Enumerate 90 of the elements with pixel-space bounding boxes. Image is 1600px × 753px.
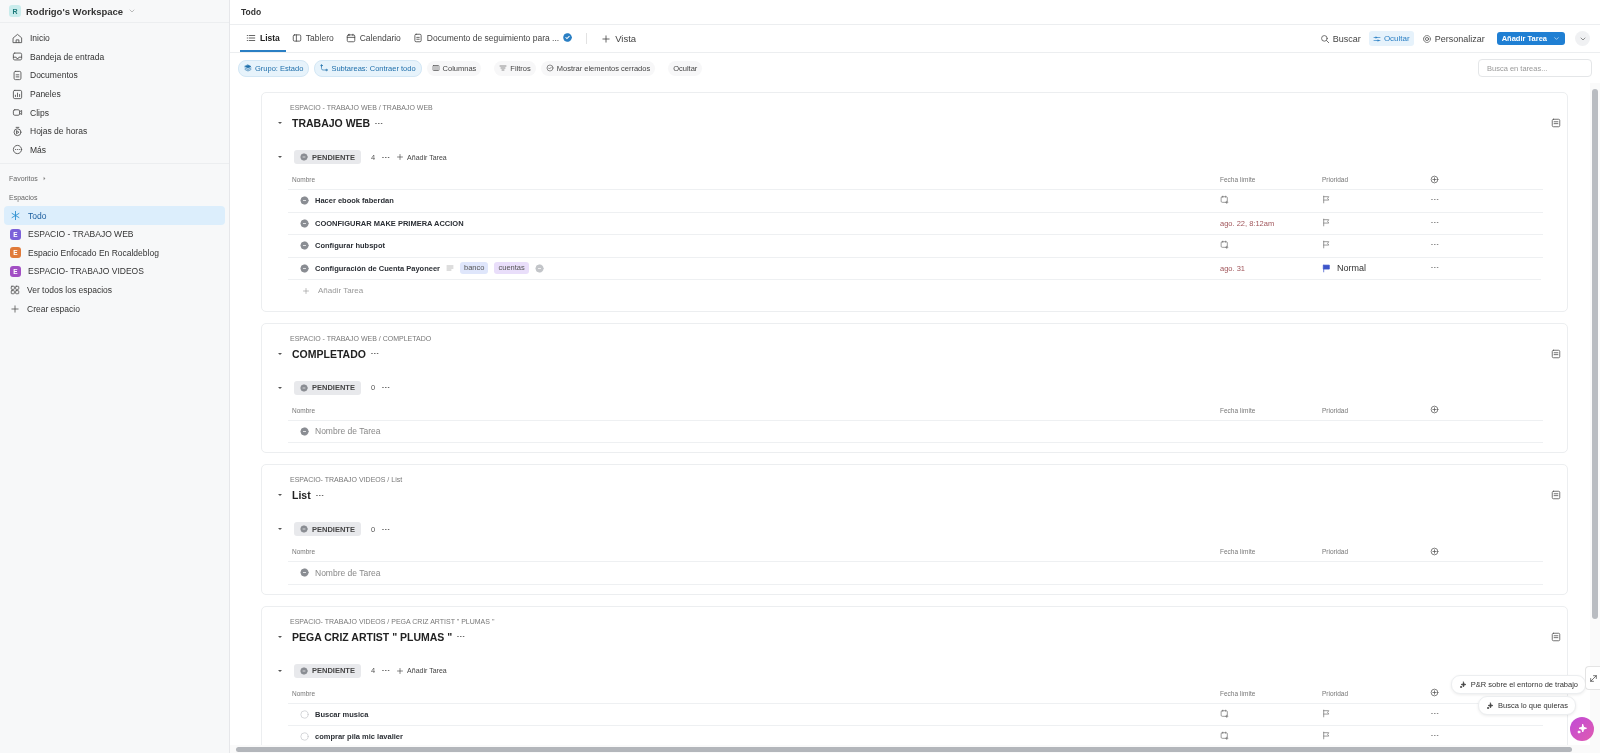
board-icon: [291, 32, 302, 43]
status-circle-icon[interactable]: [300, 218, 309, 228]
list-info-icon[interactable]: [1551, 118, 1561, 128]
flag-icon[interactable]: [1322, 195, 1331, 205]
more-icon: [12, 144, 23, 156]
priority-label[interactable]: Normal: [1337, 263, 1366, 274]
status-circle-icon: [300, 153, 308, 161]
status-circle-icon[interactable]: [300, 263, 309, 273]
verified-badge-icon: [563, 33, 573, 42]
plus-icon: [396, 666, 405, 675]
chart-icon: [12, 88, 23, 100]
document-icon: [412, 32, 423, 43]
search-icon: [1319, 33, 1330, 44]
flag-icon[interactable]: [1322, 708, 1331, 718]
add-column-icon[interactable]: [1430, 174, 1439, 184]
subtask-icon: [320, 64, 329, 72]
view-tab[interactable]: Lista: [240, 25, 286, 52]
status-circle-icon: [300, 426, 309, 436]
grid-icon: [10, 285, 20, 295]
inbox-icon: [12, 51, 23, 63]
add-column-icon[interactable]: [1430, 405, 1439, 414]
status-circle-icon: [300, 568, 309, 578]
caret-down-icon[interactable]: [276, 119, 284, 127]
sidebar-link[interactable]: Crear espacio: [4, 299, 225, 318]
list-info-icon[interactable]: [1551, 631, 1561, 642]
view-tab[interactable]: Calendario: [339, 25, 407, 52]
settings-icon: [1421, 33, 1432, 44]
status-circle-icon: [300, 666, 308, 675]
sparkle-icon: [1576, 723, 1588, 735]
toolbar-action[interactable]: Ocultar: [1368, 31, 1414, 46]
space-item[interactable]: Todo: [4, 206, 225, 225]
scrollbar[interactable]: [1592, 89, 1598, 619]
chevron-down-icon: [1553, 35, 1560, 42]
plus-icon: [396, 153, 405, 161]
caret-down-icon[interactable]: [276, 491, 284, 499]
list-info-icon[interactable]: [1551, 348, 1561, 359]
add-column-icon[interactable]: [1430, 546, 1439, 556]
timer-icon: [12, 125, 23, 137]
list-title[interactable]: PEGA CRIZ ARTIST " PLUMAS ": [292, 630, 453, 643]
add-column-icon[interactable]: [1430, 688, 1439, 697]
sidebar-item[interactable]: Documentos: [6, 66, 223, 85]
sidebar-item[interactable]: Bandeja de entrada: [6, 47, 223, 67]
flag-icon[interactable]: [1322, 240, 1331, 250]
sidebar-item[interactable]: Inicio: [6, 29, 223, 48]
asterisk-icon: [10, 210, 21, 222]
columns-icon: [431, 64, 440, 72]
toolbar-action[interactable]: Personalizar: [1417, 31, 1489, 46]
list-icon: [246, 32, 256, 43]
sidebar-item[interactable]: Más: [6, 140, 223, 160]
ai-assistant-button[interactable]: [1570, 717, 1594, 741]
scrollbar[interactable]: [236, 747, 1572, 752]
flag-icon: [1322, 263, 1331, 273]
sidebar-item[interactable]: Clips: [6, 103, 223, 122]
status-circle-icon: [300, 383, 308, 392]
sparkle-icon: [1485, 701, 1494, 710]
calendar-icon: [345, 32, 356, 43]
flag-icon[interactable]: [1322, 217, 1331, 227]
status-circle-icon[interactable]: [300, 241, 309, 251]
home-icon: [12, 32, 23, 44]
list-title[interactable]: TRABAJO WEB: [292, 117, 371, 129]
sparkle-icon: [1458, 680, 1467, 689]
list-title[interactable]: List: [292, 489, 311, 501]
list-info-icon[interactable]: [1551, 490, 1561, 500]
expand-panel-button[interactable]: [1585, 666, 1600, 690]
plus-icon: [601, 33, 612, 44]
flag-icon[interactable]: [1322, 731, 1331, 741]
expand-icon: [1588, 673, 1598, 683]
video-icon: [12, 107, 23, 119]
plus-icon[interactable]: [302, 286, 310, 295]
list-title[interactable]: COMPLETADO: [292, 347, 366, 360]
workspace-name[interactable]: Rodrigo's Workspace: [26, 5, 124, 17]
check-circle-icon: [545, 64, 554, 72]
status-circle-icon[interactable]: [300, 196, 309, 206]
document-icon: [12, 70, 23, 81]
chevron-down-icon[interactable]: [128, 7, 137, 15]
view-tab[interactable]: Tablero: [285, 25, 340, 52]
status-circle-icon: [300, 525, 308, 533]
view-tab[interactable]: Documento de seguimiento para ...: [406, 25, 579, 52]
sidebar-item[interactable]: Paneles: [6, 84, 223, 104]
sliders-icon: [1372, 34, 1381, 43]
layers-icon: [244, 64, 252, 72]
sidebar-item[interactable]: Hojas de horas: [6, 121, 223, 141]
caret-down-icon[interactable]: [276, 153, 284, 161]
filter-icon: [499, 64, 508, 72]
add-view-button[interactable]: Vista: [595, 25, 643, 52]
sidebar-link[interactable]: Ver todos los espacios: [4, 280, 225, 300]
breadcrumb[interactable]: Todo: [241, 7, 262, 17]
toolbar-action[interactable]: Buscar: [1315, 31, 1365, 46]
plus-icon: [10, 303, 20, 314]
caret-down-icon[interactable]: [276, 525, 284, 533]
